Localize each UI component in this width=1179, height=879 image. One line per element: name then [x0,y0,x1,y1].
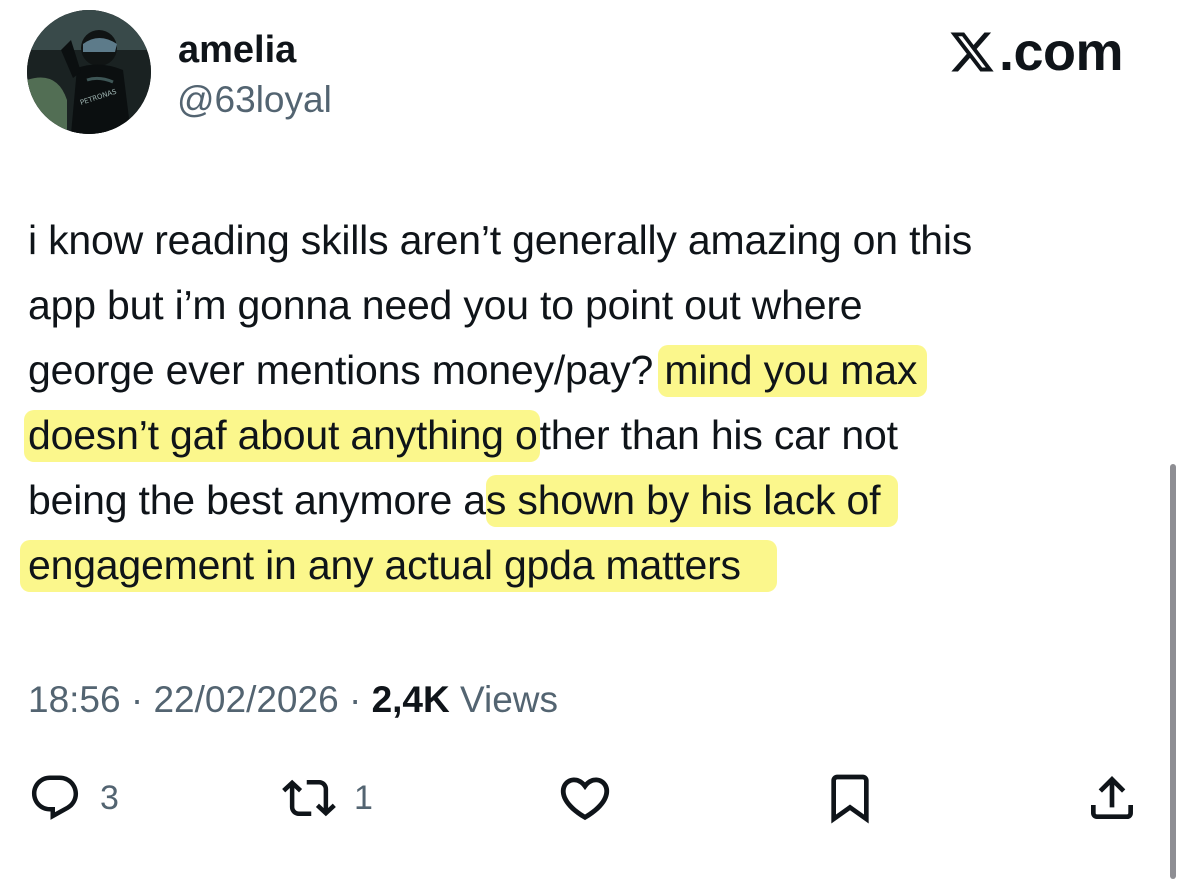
tweet-line: app but i’m gonna need you to point out … [28,273,1158,338]
avatar[interactable]: PETRONAS [27,10,151,134]
site-label: .com [948,22,1124,82]
highlighted-text: doesn’t gaf about anything o [24,410,540,462]
bookmark-button[interactable] [822,768,878,828]
tweet-meta: 18:56 · 22/02/2026 · 2,4K Views [28,676,558,724]
site-domain-suffix: .com [998,22,1124,82]
tweet-line: doesn’t gaf about anything other than hi… [24,403,1158,468]
tweet-line: engagement in any actual gpda matters [20,533,1158,598]
like-button[interactable] [556,768,614,828]
repost-icon [282,771,336,825]
tweet-line: george ever mentions money/pay? mind you… [28,338,1158,403]
share-button[interactable] [1084,768,1140,828]
x-logo-icon [948,28,996,76]
tweet-text-segment: app but i’m gonna need you to point out … [28,282,863,328]
meta-separator: · [130,679,144,720]
reply-icon [28,771,82,825]
repost-count: 1 [354,778,373,817]
reply-count: 3 [100,778,119,817]
views-label: Views [460,679,559,720]
tweet-line: being the best anymore as shown by his l… [28,468,1158,533]
meta-separator: · [348,679,362,720]
tweet-text-segment: being the best anymore a [28,477,486,523]
share-icon [1084,770,1140,826]
author-name[interactable]: amelia [178,28,296,72]
tweet-text: i know reading skills aren’t generally a… [20,208,1158,598]
scrollbar[interactable] [1170,464,1176,879]
avatar-image: PETRONAS [27,10,151,134]
highlighted-text: mind you max [658,345,928,397]
highlighted-text: engagement in any actual gpda matters [20,540,777,592]
like-icon [556,769,614,827]
bookmark-icon [822,770,878,826]
repost-button[interactable]: 1 [282,768,373,828]
tweet-date[interactable]: 22/02/2026 [153,679,338,720]
action-bar: 3 1 [0,768,1179,828]
tweet-line: i know reading skills aren’t generally a… [28,208,1158,273]
tweet-text-segment: ther than his car not [539,412,898,458]
reply-button[interactable]: 3 [28,768,119,828]
tweet-text-segment: i know reading skills aren’t generally a… [28,217,973,263]
tweet: PETRONAS amelia @63loyal .com i know rea… [0,0,1179,879]
highlighted-text: s shown by his lack of [485,475,899,527]
tweet-time[interactable]: 18:56 [28,679,121,720]
views-count: 2,4K [371,679,450,720]
tweet-text-segment: george ever mentions money/pay? [28,347,665,393]
author-handle[interactable]: @63loyal [177,78,332,122]
